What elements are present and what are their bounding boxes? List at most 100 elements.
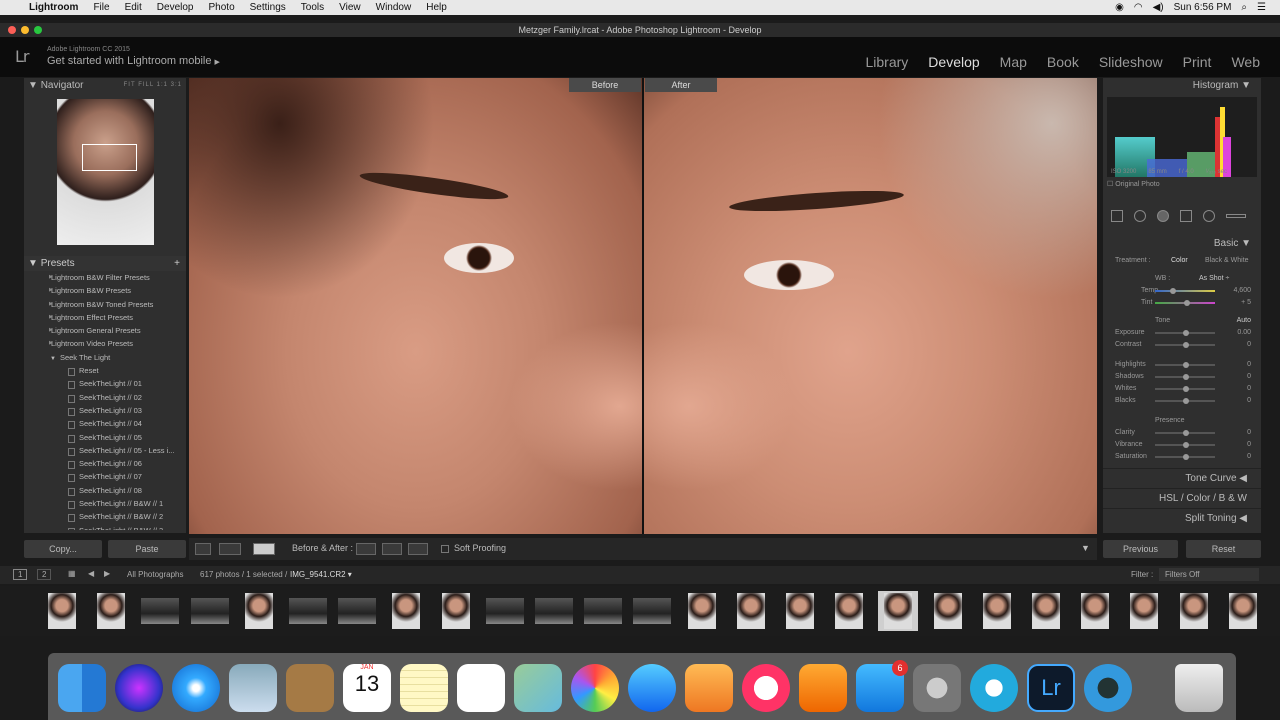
loupe-view-button[interactable] [195,543,211,555]
tint-row[interactable]: Tint + 5 [1103,297,1261,309]
preset-item[interactable]: SeekTheLight // B&W // 1 [24,497,186,510]
photo-canvas[interactable]: Before After [189,78,1097,534]
preset-folder[interactable]: Lightroom B&W Toned Presets [24,298,186,312]
maps-icon[interactable] [514,664,562,712]
wifi-icon[interactable]: ◠ [1134,2,1143,13]
app-menu[interactable]: Lightroom [29,0,78,15]
filmstrip-thumbnail[interactable] [780,591,820,631]
preset-folder-open[interactable]: ▼ Seek The Light [24,351,186,364]
preset-item[interactable]: SeekTheLight // B&W // 3 [24,524,186,530]
filmstrip-thumbnail[interactable] [928,591,968,631]
preset-item[interactable]: SeekTheLight // B&W // 2 [24,510,186,523]
module-web[interactable]: Web [1231,54,1260,70]
reminders-icon[interactable] [457,664,505,712]
crop-icon[interactable] [1111,210,1123,222]
filmstrip-thumbnail[interactable] [583,591,623,631]
filmstrip-thumbnail[interactable] [977,591,1017,631]
menu-develop[interactable]: Develop [157,0,194,15]
notes-icon[interactable] [400,664,448,712]
module-develop[interactable]: Develop [928,54,979,70]
preset-item[interactable]: SeekTheLight // 05 - Less i... [24,444,186,457]
filmstrip-thumbnail[interactable] [436,591,476,631]
filmstrip-thumbnail[interactable] [878,591,919,631]
minimize-window-button[interactable] [21,26,29,34]
menu-file[interactable]: File [93,0,109,15]
module-book[interactable]: Book [1047,54,1079,70]
original-photo-toggle[interactable]: ☐ Original Photo [1103,180,1261,188]
navigator-preview[interactable] [56,99,154,245]
copy-button[interactable]: Copy... [24,540,102,558]
filmstrip-thumbnail[interactable] [1026,591,1066,631]
pages-icon[interactable] [685,664,733,712]
basic-header[interactable]: Basic ▼ [1103,236,1261,251]
ba-split-button[interactable] [253,543,275,555]
menu-window[interactable]: Window [376,0,412,15]
previous-button[interactable]: Previous [1103,540,1178,558]
histogram-header[interactable]: Histogram ▼ [1103,78,1261,93]
split-toning-header[interactable]: Split Toning ◀ [1103,508,1261,528]
module-map[interactable]: Map [1000,54,1027,70]
filename-menu[interactable]: IMG_9541.CR2 ▾ [290,570,352,579]
radial-filter-icon[interactable] [1203,210,1215,222]
copy-before-to-after-button[interactable] [356,543,376,555]
whites-row[interactable]: Whites 0 [1103,383,1261,395]
module-library[interactable]: Library [866,54,909,70]
close-window-button[interactable] [8,26,16,34]
adjustment-brush-icon[interactable] [1226,214,1246,218]
ba-view-button[interactable] [219,543,241,555]
filmstrip-thumbnail[interactable] [239,591,279,631]
main-window-button[interactable]: 1 [13,569,28,580]
paste-button[interactable]: Paste [108,540,186,558]
menu-settings[interactable]: Settings [250,0,286,15]
preset-folder[interactable]: Lightroom B&W Presets [24,284,186,298]
quicktime-player-icon[interactable] [1084,664,1132,712]
preset-item[interactable]: SeekTheLight // 05 [24,431,186,444]
clarity-row[interactable]: Clarity 0 [1103,427,1261,439]
filmstrip-thumbnail[interactable] [42,591,82,631]
highlights-row[interactable]: Highlights 0 [1103,359,1261,371]
search-icon[interactable]: ⌕ [1241,2,1247,13]
preview-icon[interactable] [229,664,277,712]
filmstrip-thumbnail[interactable] [534,591,574,631]
filmstrip-thumbnail[interactable] [485,591,525,631]
preset-item[interactable]: SeekTheLight // 04 [24,417,186,430]
secondary-window-button[interactable]: 2 [37,569,52,580]
calendar-icon[interactable]: JAN 13 [343,664,391,712]
toolbar-menu-icon[interactable]: ▼ [1081,543,1090,553]
filter-select[interactable]: Filters Off [1159,568,1259,581]
mobile-link[interactable]: Get started with Lightroom mobile ▶ [47,55,220,67]
preset-item[interactable]: SeekTheLight // 07 [24,470,186,483]
photos-icon[interactable] [571,664,619,712]
filmstrip-thumbnail[interactable] [682,591,722,631]
itunes-icon[interactable] [742,664,790,712]
filmstrip-thumbnail[interactable] [288,591,328,631]
menu-tools[interactable]: Tools [301,0,324,15]
source-label[interactable]: All Photographs [127,570,183,579]
module-slideshow[interactable]: Slideshow [1099,54,1163,70]
graduated-filter-icon[interactable] [1180,210,1192,222]
preset-item[interactable]: SeekTheLight // 01 [24,377,186,390]
reset-button[interactable]: Reset [1186,540,1261,558]
filmstrip-thumbnail[interactable] [632,591,672,631]
app-store-icon[interactable]: 6 [856,660,908,712]
blacks-row[interactable]: Blacks 0 [1103,395,1261,407]
forward-icon[interactable]: ▶ [104,569,110,578]
add-preset-icon[interactable]: + [174,256,180,271]
vibrance-row[interactable]: Vibrance 0 [1103,439,1261,451]
menu-help[interactable]: Help [426,0,447,15]
safari-icon[interactable] [172,664,220,712]
contacts-icon[interactable] [286,664,334,712]
contrast-row[interactable]: Contrast 0 [1103,339,1261,351]
exposure-row[interactable]: Exposure 0.00 [1103,327,1261,339]
temp-row[interactable]: Temp 4,600 [1103,285,1261,297]
navigator-header[interactable]: ▼ Navigator FIT FILL 1:1 3:1 [24,78,186,93]
module-print[interactable]: Print [1183,54,1212,70]
filmstrip-thumbnail[interactable] [829,591,869,631]
preset-item[interactable]: SeekTheLight // 02 [24,391,186,404]
lightroom-icon[interactable]: Lr [1027,664,1075,712]
treatment-color[interactable]: Color [1171,255,1188,267]
finder-icon[interactable] [58,664,106,712]
treatment-bw[interactable]: Black & White [1205,255,1249,267]
navigator-zoom-options[interactable]: FIT FILL 1:1 3:1 [124,78,182,93]
trash-icon[interactable] [1175,664,1223,712]
